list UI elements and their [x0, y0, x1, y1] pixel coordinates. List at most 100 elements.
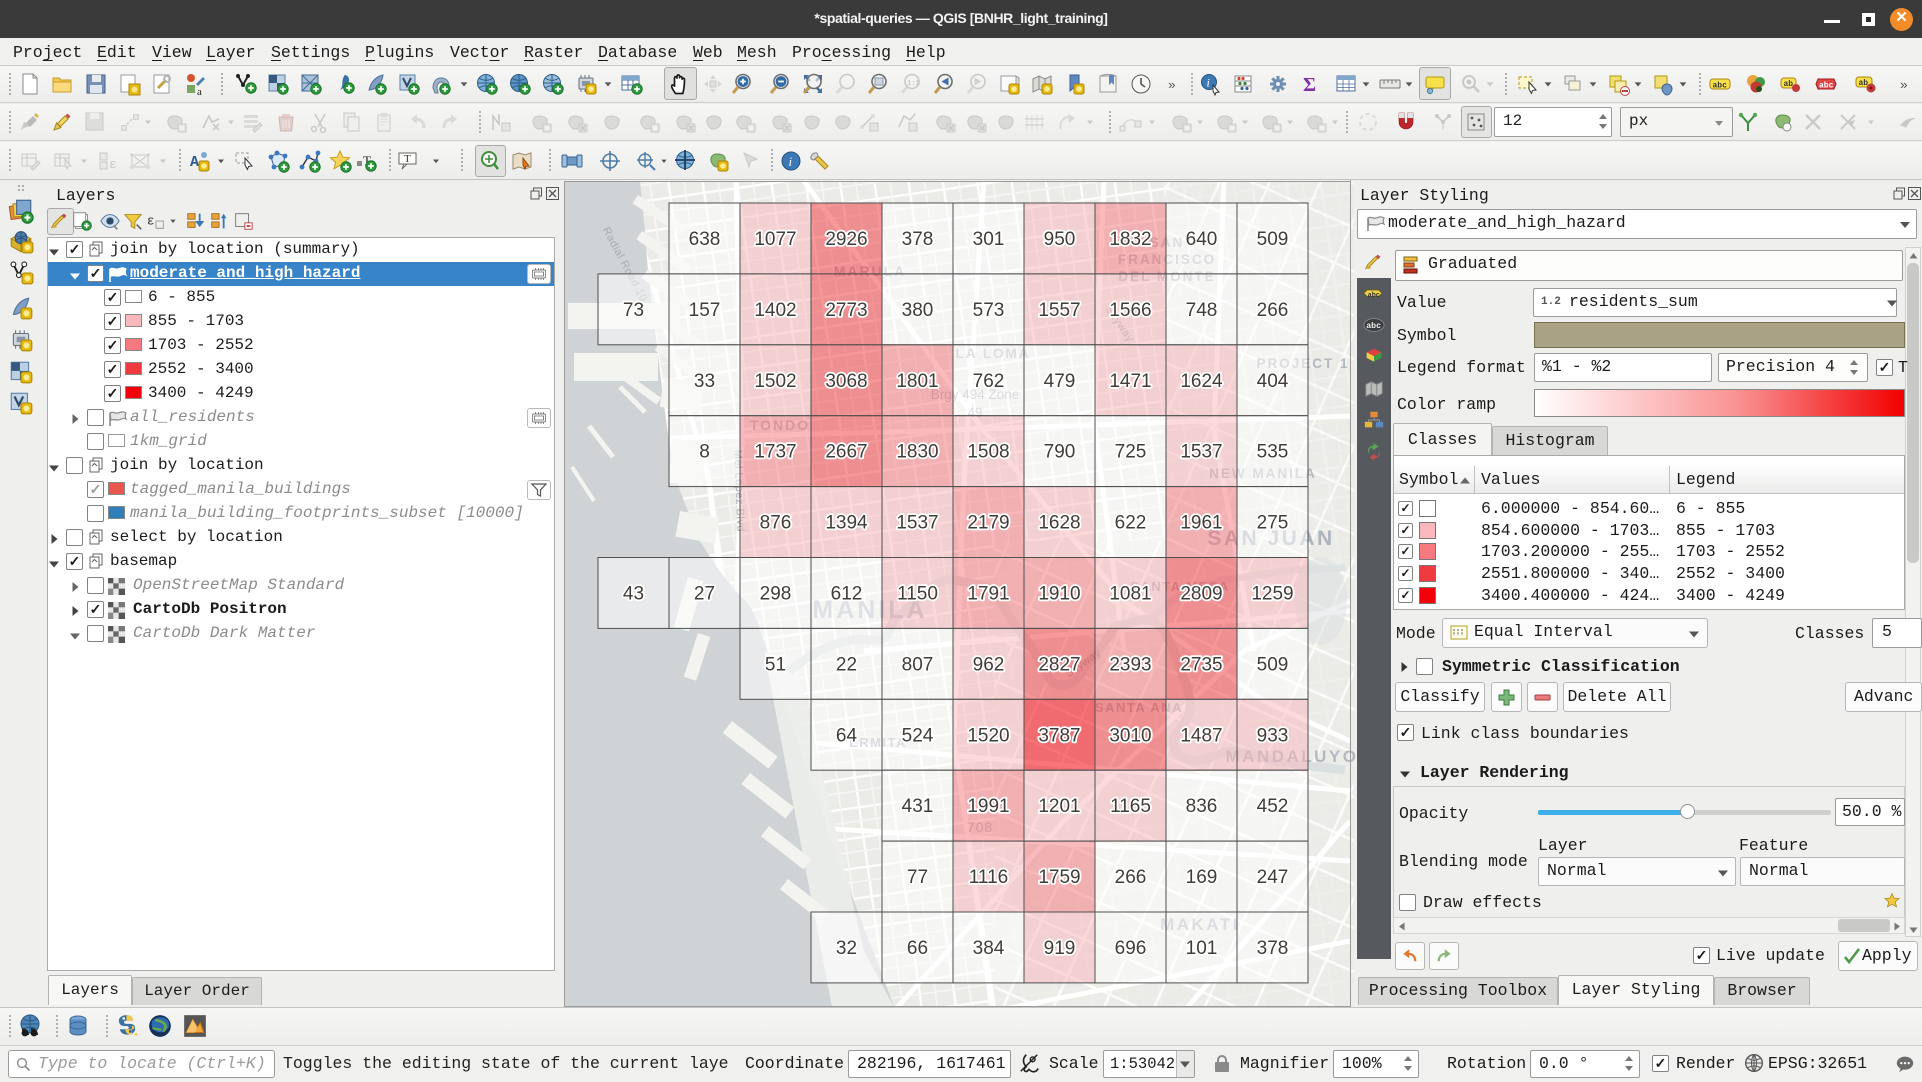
svg-text:266: 266 [1257, 300, 1289, 321]
svg-text:696: 696 [1115, 938, 1147, 959]
svg-text:Σ: Σ [1303, 74, 1316, 96]
svg-text:1081: 1081 [1109, 584, 1151, 605]
svg-text:1165: 1165 [1110, 796, 1151, 817]
svg-text:725: 725 [1115, 442, 1147, 463]
svg-text:ab: ab [1784, 80, 1794, 89]
svg-text:3010: 3010 [1109, 725, 1151, 746]
svg-text:431: 431 [902, 796, 934, 817]
svg-text:535: 535 [1257, 442, 1289, 463]
svg-text:836: 836 [1186, 796, 1218, 817]
svg-text:1520: 1520 [967, 725, 1009, 746]
svg-text:1628: 1628 [1038, 513, 1080, 534]
svg-text:abc: abc [1366, 321, 1381, 331]
svg-text:»: » [1168, 78, 1176, 93]
svg-text:1394: 1394 [825, 513, 868, 534]
svg-text:1791: 1791 [967, 584, 1009, 605]
svg-text:ε: ε [147, 214, 155, 229]
svg-text:2773: 2773 [825, 300, 867, 321]
svg-text:298: 298 [760, 584, 792, 605]
svg-text:1830: 1830 [896, 442, 938, 463]
svg-text:a: a [197, 86, 202, 98]
svg-text:77: 77 [907, 867, 928, 888]
svg-text:ε: ε [109, 157, 117, 172]
svg-text:8: 8 [699, 442, 710, 463]
svg-text:T: T [404, 153, 411, 165]
svg-text:A: A [190, 154, 199, 171]
svg-text:27: 27 [694, 584, 715, 605]
svg-text:22: 22 [836, 654, 857, 675]
svg-text:1201: 1201 [1038, 796, 1080, 817]
svg-text:abc: abc [1713, 82, 1728, 91]
svg-text:2827: 2827 [1038, 654, 1080, 675]
svg-text:933: 933 [1257, 725, 1289, 746]
svg-text:301: 301 [973, 229, 1005, 250]
svg-text:2393: 2393 [1109, 654, 1151, 675]
svg-text:790: 790 [1044, 442, 1076, 463]
svg-text:266: 266 [1115, 867, 1147, 888]
svg-text:1961: 1961 [1180, 513, 1222, 534]
svg-text:1:1: 1:1 [907, 80, 920, 88]
svg-text:1737: 1737 [754, 442, 796, 463]
svg-text:33: 33 [694, 371, 715, 392]
svg-text:101: 101 [1186, 938, 1218, 959]
svg-text:640: 640 [1186, 229, 1218, 250]
svg-text:1150: 1150 [897, 584, 938, 605]
svg-text:3068: 3068 [825, 371, 867, 392]
svg-text:1502: 1502 [754, 371, 796, 392]
svg-text:807: 807 [902, 654, 934, 675]
svg-text:1801: 1801 [896, 371, 938, 392]
svg-text:1508: 1508 [967, 442, 1009, 463]
svg-text:3787: 3787 [1038, 725, 1080, 746]
svg-text:51: 51 [765, 654, 786, 675]
svg-text:380: 380 [902, 300, 934, 321]
svg-text:2926: 2926 [825, 229, 867, 250]
svg-text:2179: 2179 [967, 513, 1009, 534]
svg-text:43: 43 [623, 584, 644, 605]
svg-text:»: » [1900, 78, 1908, 93]
svg-text:73: 73 [623, 300, 644, 321]
svg-text:404: 404 [1257, 371, 1289, 392]
svg-text:950: 950 [1044, 229, 1076, 250]
svg-text:876: 876 [760, 513, 792, 534]
svg-text:962: 962 [973, 654, 1005, 675]
svg-text:748: 748 [1186, 300, 1218, 321]
svg-text:1910: 1910 [1038, 584, 1080, 605]
svg-text:524: 524 [902, 725, 934, 746]
svg-text:452: 452 [1257, 796, 1289, 817]
svg-text:919: 919 [1044, 938, 1076, 959]
svg-text:247: 247 [1257, 867, 1289, 888]
svg-text:622: 622 [1115, 513, 1147, 534]
svg-text:i: i [789, 154, 793, 169]
svg-text:abc: abc [1368, 292, 1380, 300]
svg-text:509: 509 [1257, 654, 1289, 675]
svg-text:1116: 1116 [969, 867, 1008, 888]
svg-text:1557: 1557 [1038, 300, 1080, 321]
svg-text:1471: 1471 [1109, 371, 1151, 392]
svg-text:1624: 1624 [1180, 371, 1223, 392]
svg-text:509: 509 [1257, 229, 1289, 250]
svg-text:169: 169 [1186, 867, 1218, 888]
svg-text:1832: 1832 [1109, 229, 1151, 250]
svg-text:1759: 1759 [1038, 867, 1080, 888]
svg-text:638: 638 [689, 229, 721, 250]
svg-text:1077: 1077 [754, 229, 796, 250]
svg-text:32: 32 [836, 938, 857, 959]
svg-text:1537: 1537 [1180, 442, 1222, 463]
svg-text:2735: 2735 [1180, 654, 1222, 675]
svg-text:1991: 1991 [967, 796, 1009, 817]
svg-text:157: 157 [689, 300, 721, 321]
svg-text:275: 275 [1257, 513, 1289, 534]
svg-text:573: 573 [973, 300, 1005, 321]
svg-text:abc: abc [1819, 82, 1834, 91]
svg-text:1259: 1259 [1251, 584, 1293, 605]
svg-text:64: 64 [836, 725, 858, 746]
svg-text:479: 479 [1044, 371, 1076, 392]
svg-text:2809: 2809 [1180, 584, 1222, 605]
svg-text:1537: 1537 [896, 513, 938, 534]
svg-text:i: i [1207, 76, 1210, 90]
svg-text:1487: 1487 [1180, 725, 1222, 746]
svg-text:66: 66 [907, 938, 928, 959]
svg-text:762: 762 [973, 371, 1005, 392]
svg-text:1402: 1402 [754, 300, 796, 321]
svg-text:378: 378 [1257, 938, 1289, 959]
